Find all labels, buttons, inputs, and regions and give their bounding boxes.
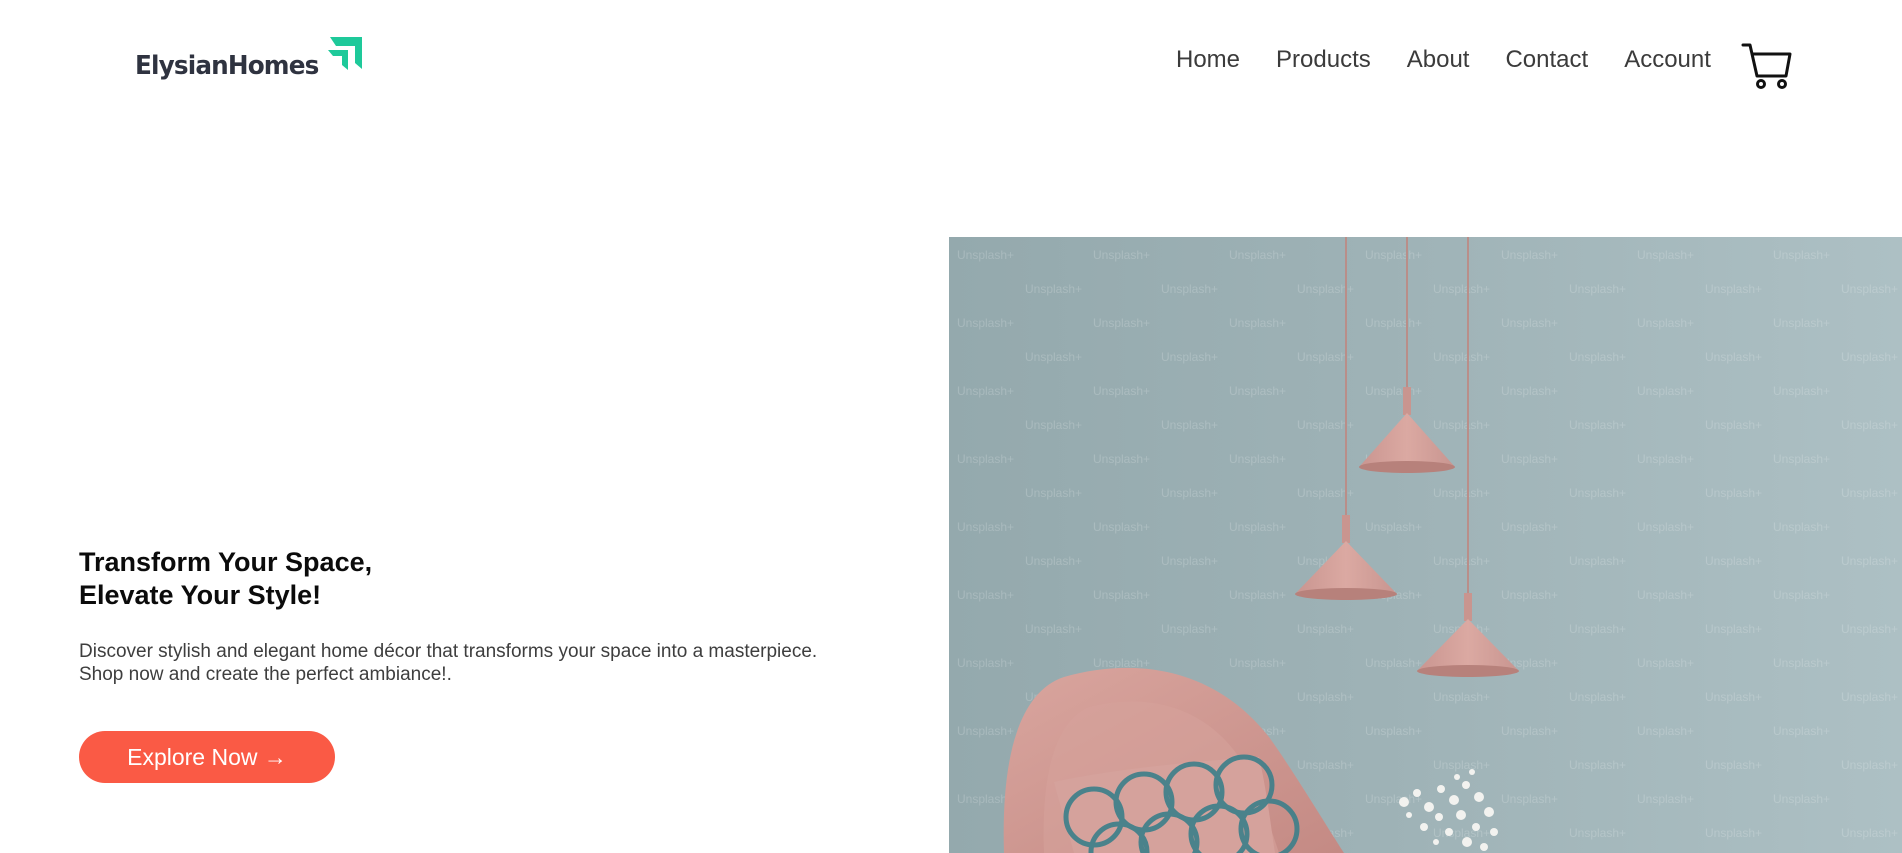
nav-home[interactable]: Home xyxy=(1176,48,1240,72)
hero-title: Transform Your Space, Elevate Your Style… xyxy=(79,547,373,610)
brand-logo[interactable]: ElysianHomes xyxy=(135,37,363,81)
nav-account[interactable]: Account xyxy=(1624,48,1711,72)
brand-name: ElysianHomes xyxy=(135,51,319,81)
shopping-cart-icon xyxy=(1741,43,1792,89)
nav-contact[interactable]: Contact xyxy=(1505,48,1588,72)
hero-image: Unsplash+ Unsplash+ xyxy=(949,237,1902,853)
cart-button[interactable] xyxy=(1741,40,1793,92)
nav-products[interactable]: Products xyxy=(1276,48,1371,72)
arrow-logo-icon xyxy=(328,37,363,70)
main-nav: Home Products About Contact Account xyxy=(1176,48,1711,72)
hero-description: Discover stylish and elegant home décor … xyxy=(79,641,818,685)
explore-now-button[interactable]: Explore Now → xyxy=(79,731,335,783)
nav-about[interactable]: About xyxy=(1407,48,1470,72)
hero-photo: Unsplash+ Unsplash+ xyxy=(949,237,1902,853)
page: ElysianHomes Home Products About Contact… xyxy=(0,0,1902,853)
